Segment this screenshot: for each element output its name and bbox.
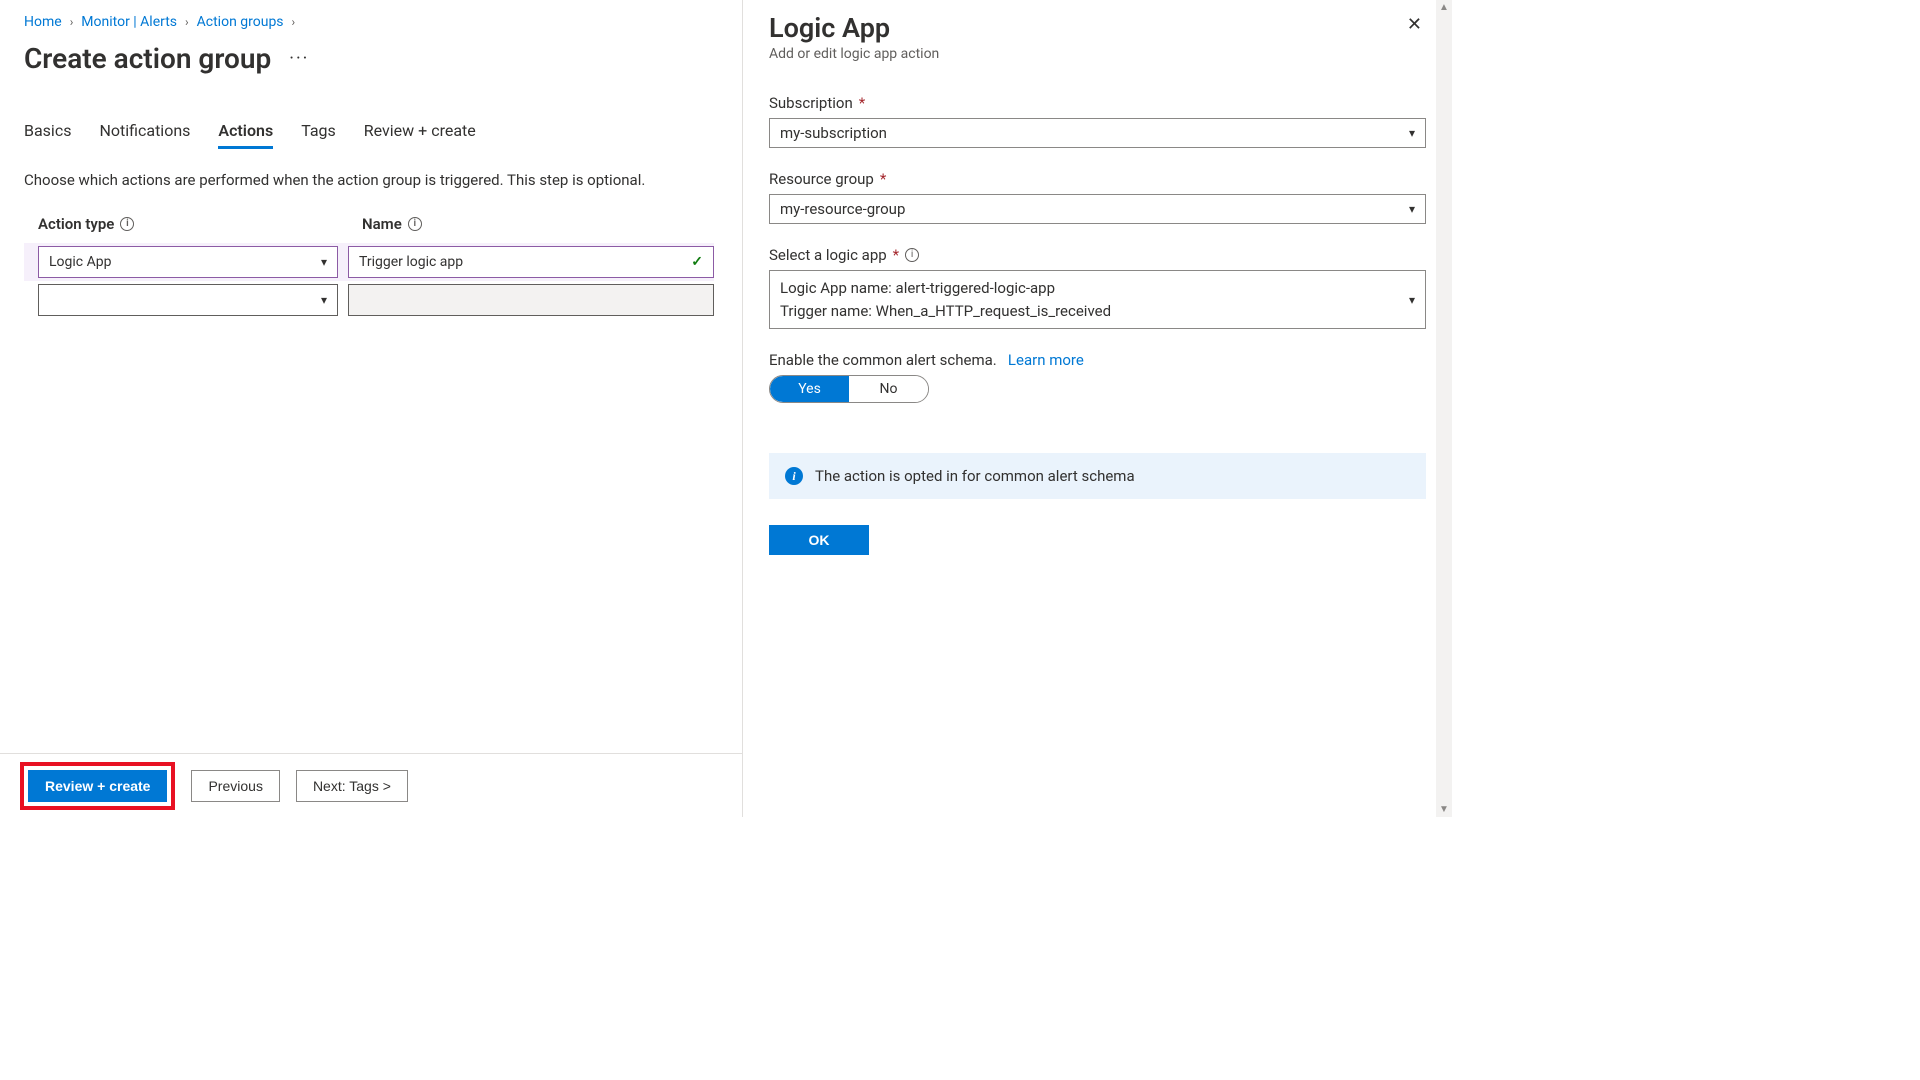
action-type-value: Logic App <box>49 254 111 270</box>
action-name-input-empty[interactable] <box>348 284 714 316</box>
chevron-right-icon: › <box>185 15 189 29</box>
logic-app-select[interactable]: Logic App name: alert-triggered-logic-ap… <box>769 270 1426 329</box>
required-star: * <box>893 246 899 264</box>
info-icon[interactable]: i <box>408 217 422 231</box>
ok-button[interactable]: OK <box>769 525 869 555</box>
action-name-value: Trigger logic app <box>359 254 463 270</box>
breadcrumb-home[interactable]: Home <box>24 14 62 30</box>
panel-subtitle: Add or edit logic app action <box>769 46 939 62</box>
tab-actions[interactable]: Actions <box>218 121 273 149</box>
col-header-name: Name <box>362 215 402 233</box>
tab-review-create[interactable]: Review + create <box>364 121 476 149</box>
previous-button[interactable]: Previous <box>191 770 279 802</box>
chevron-down-icon: ▾ <box>321 293 327 307</box>
chevron-down-icon: ▾ <box>1409 202 1415 216</box>
breadcrumb-action-groups[interactable]: Action groups <box>197 14 284 30</box>
table-row: Logic App ▾ Trigger logic app ✓ <box>24 243 714 281</box>
info-icon[interactable]: i <box>120 217 134 231</box>
tab-basics[interactable]: Basics <box>24 121 71 149</box>
logic-app-label: Select a logic app <box>769 246 887 264</box>
breadcrumb-monitor-alerts[interactable]: Monitor | Alerts <box>81 14 177 30</box>
resource-group-value: my-resource-group <box>780 200 905 218</box>
chevron-right-icon: › <box>70 15 74 29</box>
required-star: * <box>880 170 886 188</box>
next-button[interactable]: Next: Tags > <box>296 770 408 802</box>
toggle-yes[interactable]: Yes <box>770 376 849 402</box>
resource-group-select[interactable]: my-resource-group ▾ <box>769 194 1426 224</box>
subscription-select[interactable]: my-subscription ▾ <box>769 118 1426 148</box>
actions-table: Action type i Name i Logic App ▾ Trigger… <box>24 215 714 319</box>
resource-group-label: Resource group <box>769 170 874 188</box>
banner-text: The action is opted in for common alert … <box>815 467 1135 485</box>
panel-title: Logic App <box>769 12 939 44</box>
review-create-button[interactable]: Review + create <box>28 770 167 802</box>
check-icon: ✓ <box>691 254 703 270</box>
more-menu-button[interactable]: ··· <box>289 48 309 69</box>
chevron-down-icon: ▾ <box>321 255 327 269</box>
subscription-value: my-subscription <box>780 124 887 142</box>
subscription-label: Subscription <box>769 94 853 112</box>
scroll-down-arrow-icon[interactable]: ▼ <box>1439 802 1449 817</box>
action-type-select-empty[interactable]: ▾ <box>38 284 338 316</box>
schema-toggle[interactable]: Yes No <box>769 375 929 403</box>
close-icon[interactable]: ✕ <box>1403 12 1426 38</box>
scroll-up-arrow-icon[interactable]: ▲ <box>1439 0 1449 15</box>
page-title: Create action group <box>24 42 271 75</box>
info-icon: i <box>785 467 803 485</box>
action-type-select[interactable]: Logic App ▾ <box>38 246 338 278</box>
tab-notifications[interactable]: Notifications <box>99 121 190 149</box>
col-header-action-type: Action type <box>38 215 114 233</box>
chevron-down-icon: ▾ <box>1409 126 1415 140</box>
chevron-right-icon: › <box>292 15 296 29</box>
logic-app-trigger-line: Trigger name: When_a_HTTP_request_is_rec… <box>780 300 1111 323</box>
scrollbar[interactable]: ▲ ▼ <box>1436 0 1452 817</box>
logic-app-panel: Logic App Add or edit logic app action ✕… <box>742 0 1452 817</box>
chevron-down-icon: ▾ <box>1409 293 1415 307</box>
action-name-input[interactable]: Trigger logic app ✓ <box>348 246 714 278</box>
info-icon[interactable]: i <box>905 248 919 262</box>
required-star: * <box>859 94 865 112</box>
tab-tags[interactable]: Tags <box>301 121 336 149</box>
learn-more-link[interactable]: Learn more <box>1008 351 1084 369</box>
schema-label: Enable the common alert schema. <box>769 351 997 369</box>
review-create-highlight: Review + create <box>20 762 175 810</box>
table-row: ▾ <box>24 281 714 319</box>
info-banner: i The action is opted in for common aler… <box>769 453 1426 499</box>
logic-app-name-line: Logic App name: alert-triggered-logic-ap… <box>780 277 1111 300</box>
toggle-no[interactable]: No <box>849 376 928 402</box>
